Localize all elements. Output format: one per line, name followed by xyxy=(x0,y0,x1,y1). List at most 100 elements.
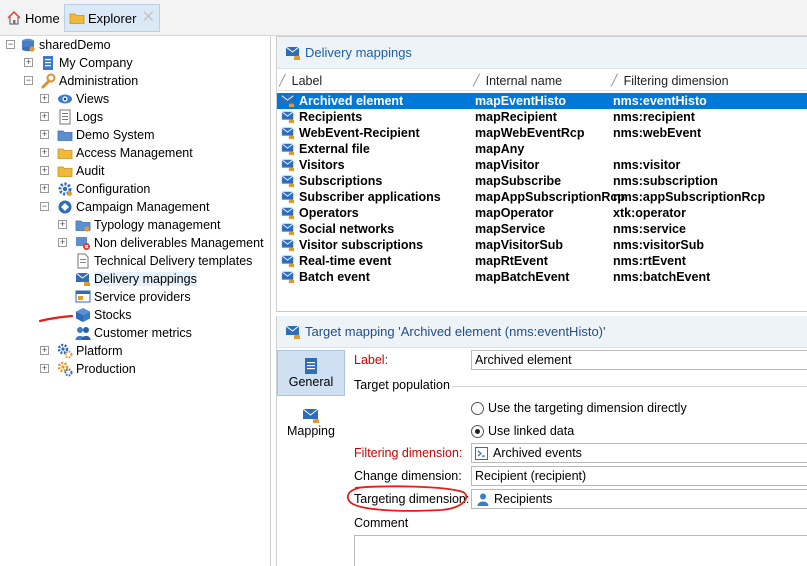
tree-item-access-management[interactable]: Access Management xyxy=(57,144,193,162)
tree-item-label: Technical Delivery templates xyxy=(94,254,253,268)
table-row[interactable]: WebEvent-Recipient mapWebEventRcp nms:webE… xyxy=(277,125,807,141)
tree-item-label: Logs xyxy=(76,110,104,124)
expand-toggle[interactable]: + xyxy=(40,364,49,373)
tab-explorer[interactable]: Explorer ✕ xyxy=(64,4,160,32)
expand-toggle[interactable]: + xyxy=(40,346,49,355)
cell-filtering-dimension: nms:appSubscriptionRcp xyxy=(613,190,766,204)
platform-icon xyxy=(57,343,73,359)
tree-item-label: Campaign Management xyxy=(76,200,210,214)
table-row[interactable]: Subscriptions mapSubscribe nms:subscriptio… xyxy=(277,173,807,189)
mapping-icon xyxy=(285,46,300,60)
cell-label: Social networks xyxy=(299,222,395,236)
filtering-dimension-field[interactable]: Archived events xyxy=(471,443,807,463)
target-population-heading: Target population xyxy=(354,378,450,392)
mapping-icon xyxy=(302,408,319,423)
targeting-dimension-field[interactable]: Recipients xyxy=(471,489,807,509)
cell-filtering-dimension: nms:visitorSub xyxy=(613,238,704,252)
expand-toggle[interactable]: + xyxy=(40,166,49,175)
tree-item-views[interactable]: Views xyxy=(57,90,109,108)
tree-item-platform[interactable]: Platform xyxy=(57,342,123,360)
cell-filtering-dimension: nms:service xyxy=(613,222,686,236)
tree-item-logs[interactable]: Logs xyxy=(57,108,103,126)
tree-item-configuration[interactable]: Configuration xyxy=(57,180,150,198)
table-row[interactable]: Recipients mapRecipient nms:recipient xyxy=(277,109,807,125)
tree-item-non-deliverables[interactable]: Non deliverables Management xyxy=(75,234,264,252)
folder-icon xyxy=(69,13,85,24)
column-header-label[interactable]: ╱ Label xyxy=(279,71,322,91)
tree-item-administration[interactable]: Administration xyxy=(40,72,138,90)
database-icon xyxy=(22,38,35,52)
tab-mapping[interactable]: Mapping xyxy=(277,400,345,446)
table-row[interactable]: Batch event mapBatchEvent nms:batchEvent xyxy=(277,269,807,285)
expand-toggle[interactable]: + xyxy=(24,58,33,67)
expand-toggle[interactable]: + xyxy=(40,130,49,139)
filtering-dimension-value: Archived events xyxy=(493,446,582,460)
cell-internal-name: mapEventHisto xyxy=(475,94,566,108)
tree-item-service-providers[interactable]: Service providers xyxy=(75,288,191,306)
divider xyxy=(452,386,807,387)
tree-item-production[interactable]: Production xyxy=(57,360,136,378)
tree-item-technical-delivery-templates[interactable]: Technical Delivery templates xyxy=(75,252,252,270)
expand-toggle[interactable]: + xyxy=(58,238,67,247)
column-header-text: Label xyxy=(291,73,323,88)
label-field[interactable]: Archived element xyxy=(471,350,807,370)
cell-label: Operators xyxy=(299,206,359,220)
collapse-toggle[interactable]: − xyxy=(6,40,15,49)
table-row[interactable]: Real-time event mapRtEvent nms:rtEvent xyxy=(277,253,807,269)
folder-yellow-icon xyxy=(57,148,73,159)
column-header-internal-name[interactable]: ╱ Internal name xyxy=(473,71,562,91)
table-row[interactable]: External file mapAny xyxy=(277,141,807,157)
cell-internal-name: mapService xyxy=(475,222,546,236)
expand-toggle[interactable]: + xyxy=(40,148,49,157)
expand-toggle[interactable]: + xyxy=(40,184,49,193)
radio-use-linked-data[interactable]: Use linked data xyxy=(471,424,574,438)
collapse-toggle[interactable]: − xyxy=(40,202,49,211)
cell-internal-name: mapWebEventRcp xyxy=(475,126,585,140)
close-tab-icon[interactable]: ✕ xyxy=(142,10,155,26)
annotation-circle xyxy=(346,485,468,512)
mapping-icon xyxy=(75,272,90,286)
tree-item-my-company[interactable]: My Company xyxy=(40,54,133,72)
panel-header: Delivery mappings xyxy=(277,37,807,69)
cell-internal-name: mapOperator xyxy=(475,206,554,220)
table-row[interactable]: Operators mapOperator xtk:operator xyxy=(277,205,807,221)
cell-internal-name: mapAny xyxy=(475,142,525,156)
grid-header: ╱ Label ╱ Internal name ╱ Filtering dime… xyxy=(277,71,807,91)
tab-label: Mapping xyxy=(287,424,335,438)
column-header-filtering-dimension[interactable]: ╱ Filtering dimension xyxy=(611,71,729,91)
change-dimension-field[interactable]: Recipient (recipient) xyxy=(471,466,807,486)
table-row[interactable]: Visitor subscriptions mapVisitorSub nms:vi… xyxy=(277,237,807,253)
tree-item-delivery-mappings[interactable]: Delivery mappings xyxy=(75,270,197,288)
tree-item-stocks[interactable]: Stocks xyxy=(75,306,132,324)
schema-icon xyxy=(475,446,488,460)
tree-item-label: Audit xyxy=(76,164,105,178)
tree-item-campaign-management[interactable]: Campaign Management xyxy=(57,198,209,216)
radio-use-targeting-directly[interactable]: Use the targeting dimension directly xyxy=(471,401,687,415)
cell-internal-name: mapVisitorSub xyxy=(475,238,563,252)
tree-item-audit[interactable]: Audit xyxy=(57,162,105,180)
target-mapping-panel: Target mapping 'Archived element (nms:ev… xyxy=(276,316,807,566)
expand-toggle[interactable]: + xyxy=(58,220,67,229)
tree-item-shareddemo[interactable]: sharedDemo xyxy=(20,36,111,54)
expand-toggle[interactable]: + xyxy=(40,94,49,103)
cell-internal-name: mapAppSubscriptionRcp xyxy=(475,190,626,204)
table-row[interactable]: Visitors mapVisitor nms:visitor xyxy=(277,157,807,173)
radio-label: Use linked data xyxy=(488,424,575,438)
person-icon xyxy=(477,493,489,506)
collapse-toggle[interactable]: − xyxy=(24,76,33,85)
tab-home[interactable]: Home xyxy=(2,4,64,32)
tab-general[interactable]: General xyxy=(277,350,345,396)
table-row[interactable]: Archived element mapEventHisto nms:eventHi… xyxy=(277,93,807,109)
comment-field[interactable] xyxy=(354,535,807,566)
tree-item-label: Non deliverables Management xyxy=(94,236,264,250)
mapping-icon xyxy=(280,270,296,287)
tree-item-demo-system[interactable]: Demo System xyxy=(57,126,155,144)
sort-mark-icon: ╱ xyxy=(473,75,480,87)
tree-item-typology-management[interactable]: Typology management xyxy=(75,216,220,234)
table-row[interactable]: Social networks mapService nms:service xyxy=(277,221,807,237)
expand-toggle[interactable]: + xyxy=(40,112,49,121)
tree-item-customer-metrics[interactable]: Customer metrics xyxy=(75,324,192,342)
tree-item-label: Platform xyxy=(76,344,123,358)
cell-label: Real-time event xyxy=(299,254,392,268)
table-row[interactable]: Subscriber applications mapAppSubscriptio… xyxy=(277,189,807,205)
